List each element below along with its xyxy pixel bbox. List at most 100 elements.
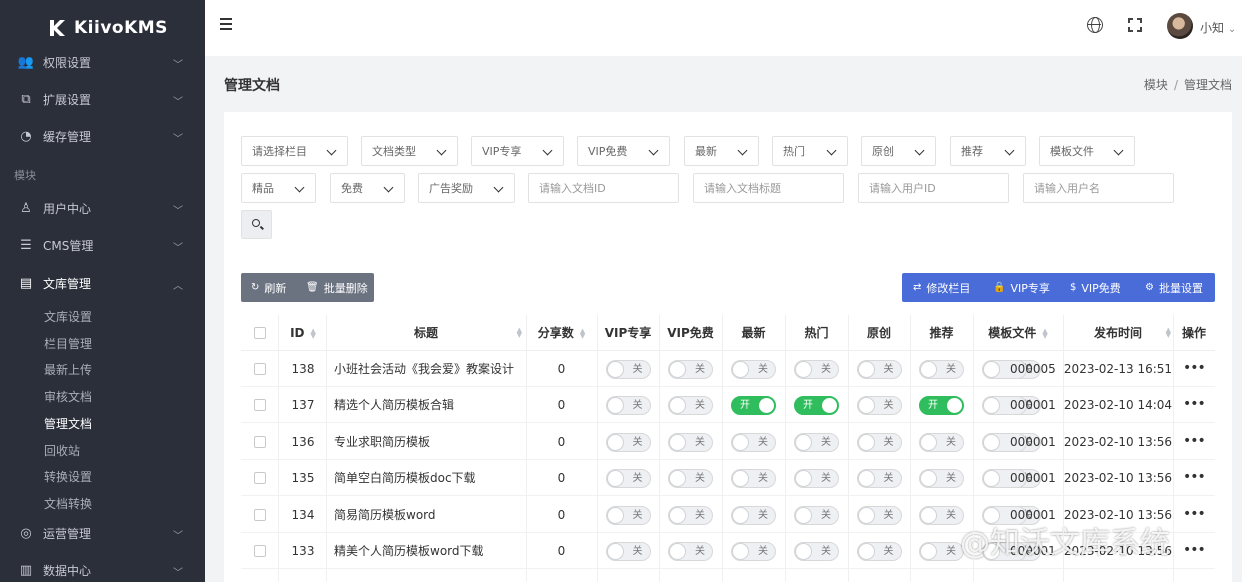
- menu-toggle-icon[interactable]: [220, 18, 232, 33]
- toggle-switch[interactable]: 关: [731, 360, 776, 379]
- avatar[interactable]: [1167, 13, 1193, 39]
- toggle-switch[interactable]: 关: [668, 542, 713, 561]
- row-checkbox[interactable]: [254, 508, 266, 521]
- filter-input[interactable]: 请输入用户ID: [858, 173, 1009, 203]
- toggle-switch[interactable]: 关: [668, 505, 713, 525]
- toggle-switch[interactable]: 关: [731, 505, 776, 525]
- sort-icon[interactable]: ▲ ▼: [517, 327, 522, 339]
- column-header[interactable]: 标题 ▲ ▼: [326, 315, 526, 351]
- fullscreen-icon[interactable]: [1128, 18, 1142, 32]
- sidebar-item[interactable]: ⧉ 扩展设置 ﹀: [0, 81, 205, 117]
- toggle-switch[interactable]: 关: [605, 360, 651, 379]
- toggle-switch[interactable]: 关: [919, 542, 964, 561]
- toggle-switch[interactable]: 关: [856, 432, 902, 452]
- column-header[interactable]: ID ▲ ▼: [278, 315, 328, 351]
- doc-title[interactable]: 小班社会活动《我会爱》教案设计: [334, 351, 526, 387]
- filter-select[interactable]: 原创: [861, 136, 936, 166]
- toggle-switch[interactable]: 关: [856, 396, 902, 416]
- refresh-button[interactable]: ↻ 刷新: [251, 273, 286, 302]
- filter-select[interactable]: 精品: [241, 173, 316, 203]
- more-actions-icon[interactable]: •••: [1183, 497, 1206, 531]
- sidebar-item[interactable]: ◔ 缓存管理 ﹀: [0, 118, 205, 154]
- more-actions-icon[interactable]: •••: [1183, 460, 1206, 494]
- toggle-switch[interactable]: 关: [668, 432, 713, 452]
- filter-select[interactable]: 最新: [684, 136, 759, 166]
- toggle-switch[interactable]: 关: [856, 542, 902, 561]
- breadcrumb-item-modules[interactable]: 模块: [1144, 78, 1168, 92]
- sidebar-subitem[interactable]: 转换设置: [44, 468, 92, 485]
- toggle-switch[interactable]: 关: [605, 505, 651, 525]
- batch-settings-button[interactable]: ⚙ 批量设置: [1145, 273, 1203, 302]
- filter-input[interactable]: 请输入文档ID: [528, 173, 679, 203]
- batch-delete-button[interactable]: 🗑 批量删除: [306, 273, 368, 302]
- sidebar-item[interactable]: ♙ 用户中心 ﹀: [0, 190, 205, 226]
- toggle-switch[interactable]: 关: [605, 432, 651, 452]
- user-menu[interactable]: 小知 ⌄: [1200, 19, 1236, 36]
- toggle-switch[interactable]: 关: [919, 469, 964, 489]
- sort-icon[interactable]: ▲ ▼: [1166, 327, 1171, 339]
- toggle-switch[interactable]: 开: [794, 396, 839, 416]
- filter-select[interactable]: 请选择栏目: [241, 136, 348, 166]
- row-checkbox[interactable]: [254, 363, 266, 375]
- toggle-switch[interactable]: 关: [794, 469, 839, 489]
- filter-select[interactable]: VIP免费: [577, 136, 670, 166]
- vip-exclusive-button[interactable]: 🔒 VIP专享: [993, 273, 1050, 302]
- filter-input[interactable]: 请输入文档标题: [693, 173, 844, 203]
- column-header[interactable]: 模板文件 ▲ ▼: [973, 315, 1063, 351]
- doc-title[interactable]: 精选个人简历模板合辑: [334, 387, 526, 423]
- sort-icon[interactable]: ▲ ▼: [1042, 327, 1047, 339]
- toggle-switch[interactable]: 关: [856, 505, 902, 525]
- doc-title[interactable]: 简易简历模板word: [334, 497, 526, 533]
- toggle-switch[interactable]: 关: [919, 360, 964, 379]
- vip-free-button[interactable]: $ VIP免费: [1070, 273, 1121, 302]
- toggle-switch[interactable]: 关: [605, 542, 651, 561]
- toggle-switch[interactable]: 关: [731, 542, 776, 561]
- doc-title[interactable]: 简单空白简历模板doc下载: [334, 460, 526, 496]
- row-checkbox[interactable]: [254, 472, 266, 485]
- filter-input[interactable]: 请输入用户名: [1023, 173, 1174, 203]
- row-checkbox[interactable]: [254, 435, 266, 448]
- row-checkbox[interactable]: [254, 399, 266, 412]
- language-icon[interactable]: [1087, 17, 1103, 33]
- toggle-switch[interactable]: 关: [668, 469, 713, 489]
- sidebar-subitem[interactable]: 最新上传: [44, 361, 92, 378]
- more-actions-icon[interactable]: •••: [1183, 351, 1206, 385]
- sort-icon[interactable]: ▲ ▼: [580, 327, 585, 339]
- filter-select[interactable]: 模板文件: [1039, 136, 1135, 166]
- sidebar-subitem[interactable]: 回收站: [44, 442, 80, 459]
- toggle-switch[interactable]: 开: [731, 396, 776, 416]
- filter-select[interactable]: 免费: [330, 173, 405, 203]
- search-button[interactable]: [241, 210, 272, 239]
- sort-icon[interactable]: ▲ ▼: [311, 327, 316, 339]
- sidebar-item[interactable]: ☰ CMS管理 ﹀: [0, 227, 205, 263]
- filter-select[interactable]: 推荐: [950, 136, 1026, 166]
- toggle-switch[interactable]: 关: [794, 360, 839, 379]
- filter-select[interactable]: VIP专享: [471, 136, 564, 166]
- row-checkbox[interactable]: [254, 545, 266, 557]
- toggle-switch[interactable]: 关: [731, 469, 776, 489]
- sidebar-subitem[interactable]: 栏目管理: [44, 335, 92, 352]
- toggle-switch[interactable]: 关: [856, 360, 902, 379]
- more-actions-icon[interactable]: •••: [1183, 424, 1206, 458]
- toggle-switch[interactable]: 关: [731, 432, 776, 452]
- sidebar-subitem[interactable]: 文库设置: [44, 308, 92, 325]
- toggle-switch[interactable]: 关: [794, 505, 839, 525]
- filter-select[interactable]: 文档类型: [361, 136, 458, 166]
- sidebar-subitem[interactable]: 管理文档: [44, 415, 92, 432]
- more-actions-icon[interactable]: •••: [1183, 533, 1206, 567]
- toggle-switch[interactable]: 关: [668, 360, 713, 379]
- toggle-switch[interactable]: 开: [919, 396, 964, 416]
- modify-column-button[interactable]: ⇄ 修改栏目: [913, 273, 970, 302]
- sidebar-item[interactable]: 👥 权限设置 ﹀: [0, 44, 205, 80]
- toggle-switch[interactable]: 关: [794, 542, 839, 561]
- sidebar-item[interactable]: ▥ 数据中心 ﹀: [0, 552, 205, 582]
- toggle-switch[interactable]: 关: [919, 432, 964, 452]
- doc-title[interactable]: 专业求职简历模板: [334, 424, 526, 460]
- toggle-switch[interactable]: 关: [668, 396, 713, 416]
- select-all-checkbox[interactable]: [254, 327, 266, 339]
- toggle-switch[interactable]: 关: [919, 505, 964, 525]
- filter-select[interactable]: 广告奖励: [418, 173, 515, 203]
- column-header[interactable]: 分享数 ▲ ▼: [526, 315, 597, 351]
- sidebar-item[interactable]: ▤ 文库管理 ︿: [0, 265, 205, 301]
- doc-title[interactable]: 精美个人简历模板word下载: [334, 533, 526, 569]
